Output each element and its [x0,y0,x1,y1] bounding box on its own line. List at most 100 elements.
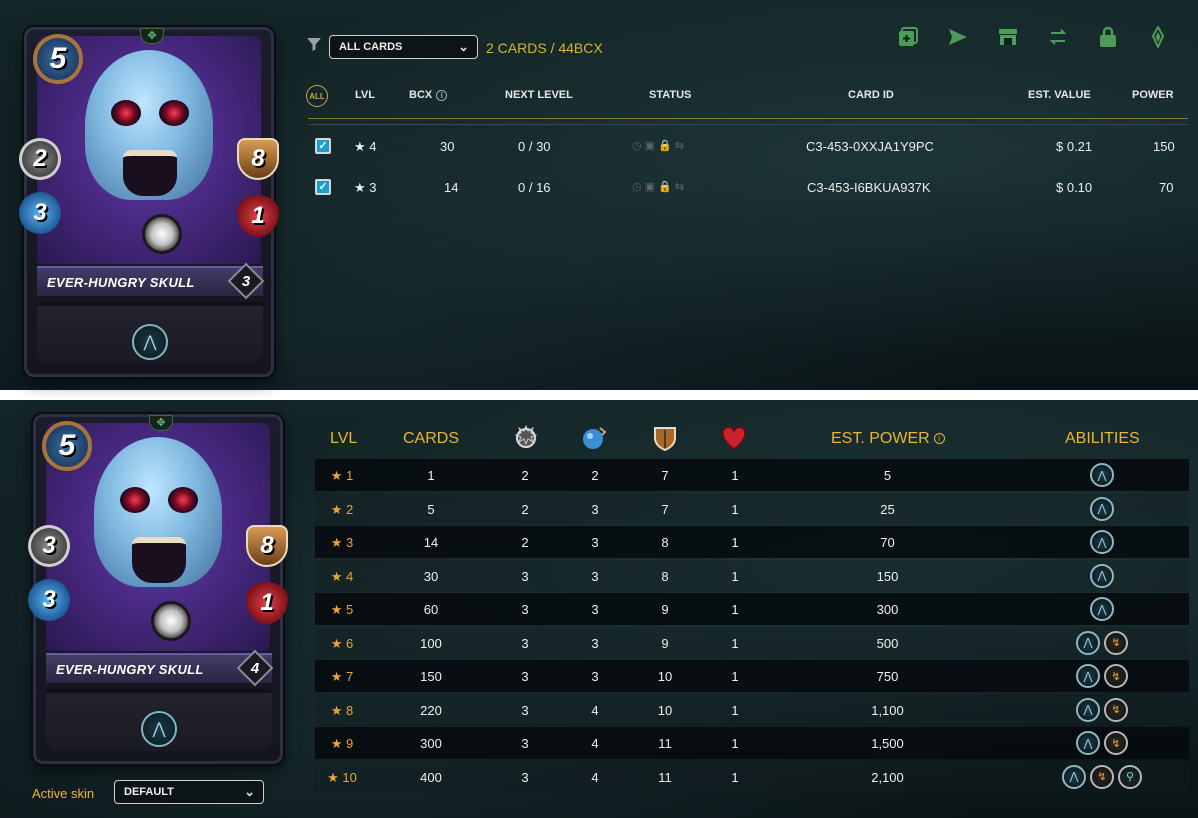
flying-ability-icon[interactable]: ⋀ [1076,664,1100,688]
active-skin-value: DEFAULT [124,786,174,798]
ability-2-ability-icon[interactable]: ↯ [1104,630,1128,655]
flying-ability-icon[interactable]: ⋀ [1062,764,1086,789]
ability-2-ability-icon[interactable]: ↯ [1104,664,1128,688]
flying-ability-icon[interactable]: ⋀ [1090,530,1114,554]
lock-icon[interactable] [1097,26,1119,48]
level-value: 10 [342,769,357,785]
star-icon: ★ [330,736,347,751]
melee-cell: 3 [521,702,529,718]
armor-cell: 10 [657,702,673,718]
magic-cell: 3 [591,602,599,617]
death-splinter-icon [151,601,191,641]
magic-cell: 2 [591,468,599,483]
active-skin-select[interactable]: DEFAULT ⌄ [114,780,264,804]
level-row: ★ 3 14 2 3 8 1 70 ⋀ [315,526,1189,558]
level-cell: ★ 9 [317,736,367,752]
magic-stat: 3 [19,192,61,234]
flying-ability-icon[interactable]: ⋀ [141,711,177,747]
cards-cell: 5 [427,501,435,517]
row-checkbox[interactable]: ✓ [315,179,331,195]
star-icon: ★ [330,602,347,617]
panel-divider [0,390,1198,400]
row-checkbox[interactable]: ✓ [315,138,331,154]
flying-ability-icon[interactable]: ⋀ [1090,463,1114,487]
flying-ability-icon[interactable]: ⋀ [1076,697,1100,722]
col-card-id-header: CARD ID [848,89,894,101]
table-row[interactable]: ✓ ★ 3 14 0 / 16 ◷▣🔒⇆ C3-453-I6BKUA937K $… [308,172,1188,202]
edition-gem-icon: ✥ [149,415,173,431]
row-bcx: 30 [440,139,455,154]
transfer-icon[interactable] [1047,26,1069,48]
health-cell: 1 [731,501,739,517]
skull-image [94,437,222,587]
health-cell: 1 [731,635,739,651]
header-divider [308,118,1188,119]
chevron-down-icon: ⌄ [458,39,469,54]
health-cell: 1 [731,702,739,718]
row-card-id[interactable]: C3-453-0XXJA1Y9PC [806,139,934,154]
info-icon[interactable]: i [436,89,448,101]
melee-stat: 3 [28,525,70,567]
row-next-level: 0 / 16 [518,180,551,195]
col-lvl-header: LVL [355,89,375,101]
level-cell: ★ 7 [317,669,367,685]
table-row[interactable]: ✓ ★ 4 30 0 / 30 ◷▣🔒⇆ C3-453-0XXJA1Y9PC $… [308,131,1188,161]
send-icon[interactable] [947,26,969,48]
magic-cell: 4 [591,736,599,751]
level-value: 2 [346,501,354,517]
market-icon[interactable] [997,26,1019,48]
cards-cell: 100 [420,635,442,651]
armor-cell: 10 [657,669,673,684]
flying-ability-icon[interactable]: ⋀ [1076,630,1100,655]
ability-2-ability-icon[interactable]: ↯ [1090,764,1114,789]
card-filter-select[interactable]: ALL CARDS ⌄ [329,35,478,59]
chevron-down-icon: ⌄ [244,784,255,799]
filter-icon[interactable] [306,36,322,52]
melee-cell: 3 [521,635,529,651]
col-status-header: STATUS [649,89,692,101]
star-icon: ★ [330,702,347,718]
ability-2-ability-icon[interactable]: ↯ [1104,731,1128,755]
card-filter-value: ALL CARDS [339,41,403,53]
level-cell: ★ 2 [317,502,367,518]
melee-cell: 3 [521,736,529,751]
health-cell: 1 [731,769,739,785]
health-cell: 1 [731,468,739,483]
level-value: 9 [346,736,354,751]
flying-ability-icon[interactable]: ⋀ [1090,597,1114,621]
death-splinter-icon [142,214,182,254]
level-row: ★ 9 300 3 4 11 1 1,500 ⋀ ↯ [315,727,1189,759]
cards-cell: 220 [420,702,442,718]
armor-cell: 11 [658,736,672,751]
cards-cell: 300 [420,736,442,751]
flying-ability-icon[interactable]: ⋀ [132,324,168,360]
select-all-toggle[interactable]: ALL [306,85,328,107]
armor-cell: 7 [661,501,669,517]
armor-cell: 9 [661,635,669,651]
armor-cell: 9 [661,602,669,617]
flying-ability-icon[interactable]: ⋀ [1090,563,1114,588]
eye-right [168,487,198,513]
eye-left [120,487,150,513]
ability-2-ability-icon[interactable]: ↯ [1104,697,1128,722]
info-icon[interactable]: i [933,433,945,445]
health-stat: 1 [246,582,288,624]
flying-ability-icon[interactable]: ⋀ [1090,496,1114,521]
skull-jaw [123,150,177,196]
est-power-cell: 5 [883,468,892,483]
burn-icon[interactable] [1147,24,1169,50]
card-art: ✥ 5 3 3 8 1 EVER-HUNGRY SKULL 4 ⋀ [28,414,288,764]
card-level: 4 [250,659,260,677]
star-icon: ★ [330,535,347,550]
melee-cell: 3 [521,568,529,584]
ability-3-ability-icon[interactable]: ⚲ [1118,764,1142,789]
level-cell: ★ 10 [317,770,367,786]
flying-ability-icon[interactable]: ⋀ [1076,731,1100,755]
row-power: 150 [1153,139,1175,154]
level-value: 8 [346,702,354,718]
combine-icon[interactable] [897,26,919,48]
row-card-id[interactable]: C3-453-I6BKUA937K [807,180,931,195]
level-row: ★ 5 60 3 3 9 1 300 ⋀ [315,593,1189,625]
est-power-cell: 25 [880,501,895,517]
row-status-icons: ◷▣🔒⇆ [632,140,687,152]
